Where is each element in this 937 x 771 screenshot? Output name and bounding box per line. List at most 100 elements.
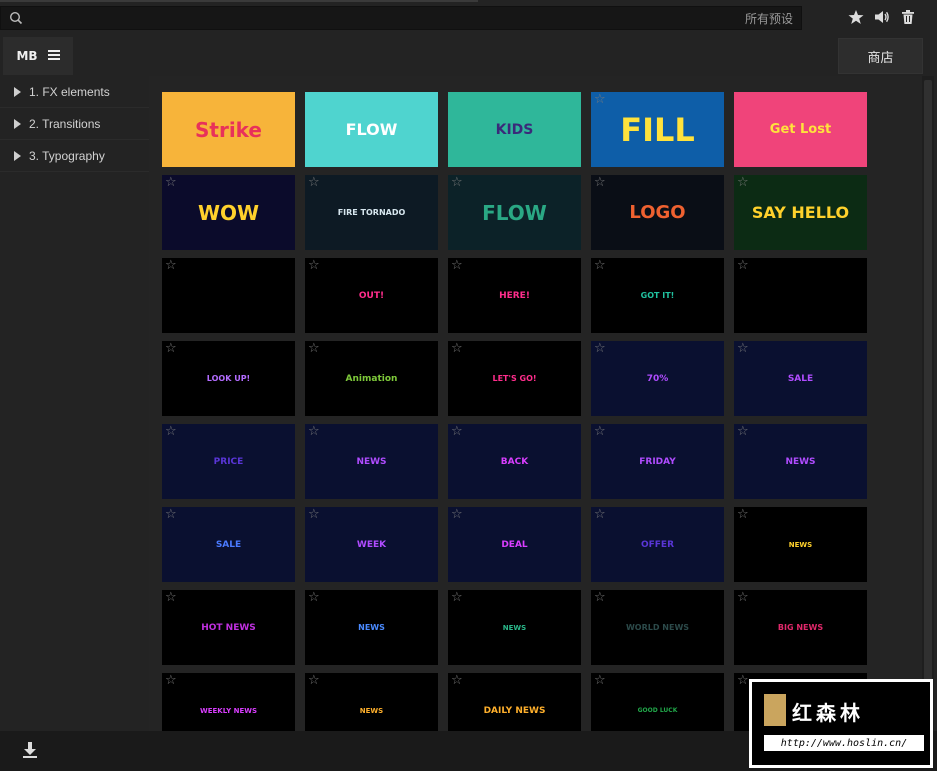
preset-thumbnail[interactable]: 70% ☆ bbox=[591, 341, 724, 416]
trash-icon[interactable] bbox=[899, 8, 917, 26]
search-scope-label[interactable]: 所有预设 bbox=[745, 10, 793, 27]
preset-thumbnail[interactable]: LOOK UP! ☆ bbox=[162, 341, 295, 416]
preset-title: FLOW bbox=[345, 120, 398, 139]
preset-thumbnail[interactable]: NEWS ☆ bbox=[448, 590, 581, 665]
preset-thumbnail[interactable]: SALE ☆ bbox=[162, 507, 295, 582]
preset-thumbnail[interactable]: BIG NEWS ☆ bbox=[734, 590, 867, 665]
preset-thumbnail[interactable]: FILL ☆ bbox=[591, 92, 724, 167]
preset-thumbnail[interactable]: DAILY NEWS ☆ bbox=[448, 673, 581, 731]
favorite-star-icon[interactable]: ☆ bbox=[451, 674, 463, 687]
download-icon[interactable] bbox=[20, 740, 40, 760]
favorite-star-icon[interactable]: ☆ bbox=[737, 342, 749, 355]
preset-thumbnail[interactable]: Strike bbox=[162, 92, 295, 167]
preset-thumbnail[interactable]: WORLD NEWS ☆ bbox=[591, 590, 724, 665]
preset-thumbnail[interactable]: GOOD LUCK ☆ bbox=[591, 673, 724, 731]
preset-thumbnail[interactable]: Animation ☆ bbox=[305, 341, 438, 416]
favorite-star-icon[interactable]: ☆ bbox=[451, 591, 463, 604]
expand-triangle-icon[interactable] bbox=[14, 118, 21, 129]
favorite-star-icon[interactable]: ☆ bbox=[451, 176, 463, 189]
preset-thumbnail[interactable]: LET'S GO! ☆ bbox=[448, 341, 581, 416]
speaker-icon[interactable] bbox=[873, 8, 891, 26]
favorite-star-icon[interactable]: ☆ bbox=[308, 176, 320, 189]
preset-thumbnail[interactable]: NEWS ☆ bbox=[305, 424, 438, 499]
favorite-star-icon[interactable]: ☆ bbox=[308, 342, 320, 355]
preset-thumbnail[interactable]: NEWS ☆ bbox=[305, 673, 438, 731]
search-input[interactable] bbox=[27, 7, 745, 29]
favorite-star-icon[interactable]: ☆ bbox=[165, 508, 177, 521]
app-window: 所有预设 MB 商店 1. FX elements 2. Transitions bbox=[0, 0, 937, 771]
preset-thumbnail[interactable]: DEAL ☆ bbox=[448, 507, 581, 582]
preset-thumbnail[interactable]: FLOW ☆ bbox=[448, 175, 581, 250]
preset-thumbnail[interactable]: Get Lost bbox=[734, 92, 867, 167]
preset-thumbnail[interactable]: GOT IT! ☆ bbox=[591, 258, 724, 333]
expand-triangle-icon[interactable] bbox=[14, 86, 21, 97]
favorite-star-icon[interactable]: ☆ bbox=[451, 425, 463, 438]
favorite-star-icon[interactable]: ☆ bbox=[308, 674, 320, 687]
favorite-star-icon[interactable]: ☆ bbox=[165, 259, 177, 272]
favorite-star-icon[interactable]: ☆ bbox=[737, 591, 749, 604]
favorite-star-icon[interactable]: ☆ bbox=[165, 674, 177, 687]
preset-thumbnail[interactable]: FRIDAY ☆ bbox=[591, 424, 724, 499]
preset-preview: 70% bbox=[591, 341, 724, 416]
favorite-star-icon[interactable]: ☆ bbox=[451, 259, 463, 272]
favorite-star-icon[interactable]: ☆ bbox=[594, 425, 606, 438]
preset-thumbnail[interactable]: ☆ bbox=[162, 258, 295, 333]
sidebar-item-typography[interactable]: 3. Typography bbox=[0, 140, 149, 172]
menu-icon[interactable] bbox=[47, 49, 60, 63]
preset-thumbnail[interactable]: NEWS ☆ bbox=[734, 424, 867, 499]
preset-thumbnail[interactable]: WEEKLY NEWS ☆ bbox=[162, 673, 295, 731]
favorite-star-icon[interactable]: ☆ bbox=[594, 93, 606, 106]
favorite-star-icon[interactable]: ☆ bbox=[308, 508, 320, 521]
preset-thumbnail[interactable]: FLOW bbox=[305, 92, 438, 167]
expand-triangle-icon[interactable] bbox=[14, 150, 21, 161]
favorite-star-icon[interactable]: ☆ bbox=[451, 508, 463, 521]
favorite-star-icon[interactable]: ☆ bbox=[594, 508, 606, 521]
scrollbar-thumb[interactable] bbox=[924, 80, 932, 720]
preset-thumbnail[interactable]: NEWS ☆ bbox=[305, 590, 438, 665]
tab-mb[interactable]: MB bbox=[3, 37, 73, 75]
favorite-star-icon[interactable]: ☆ bbox=[451, 342, 463, 355]
store-button[interactable]: 商店 bbox=[838, 38, 923, 74]
preset-preview: DEAL bbox=[448, 507, 581, 582]
favorite-star-icon[interactable]: ☆ bbox=[737, 508, 749, 521]
preset-title: LET'S GO! bbox=[492, 374, 537, 383]
preset-title: OUT! bbox=[358, 290, 385, 301]
preset-thumbnail[interactable]: WEEK ☆ bbox=[305, 507, 438, 582]
favorite-star-icon[interactable]: ☆ bbox=[737, 674, 749, 687]
favorite-star-icon[interactable]: ☆ bbox=[308, 425, 320, 438]
favorite-star-icon[interactable]: ☆ bbox=[594, 342, 606, 355]
preset-title: FIRE TORNADO bbox=[337, 208, 406, 217]
preset-thumbnail[interactable]: OFFER ☆ bbox=[591, 507, 724, 582]
favorite-star-icon[interactable]: ☆ bbox=[737, 259, 749, 272]
favorite-star-icon[interactable]: ☆ bbox=[594, 591, 606, 604]
preset-thumbnail[interactable]: KIDS bbox=[448, 92, 581, 167]
favorite-star-icon[interactable]: ☆ bbox=[165, 342, 177, 355]
preset-thumbnail[interactable]: LOGO ☆ bbox=[591, 175, 724, 250]
preset-thumbnail[interactable]: BACK ☆ bbox=[448, 424, 581, 499]
search-bar[interactable]: 所有预设 bbox=[0, 6, 802, 30]
preset-thumbnail[interactable]: WOW ☆ bbox=[162, 175, 295, 250]
preset-thumbnail[interactable]: HOT NEWS ☆ bbox=[162, 590, 295, 665]
preset-thumbnail[interactable]: PRICE ☆ bbox=[162, 424, 295, 499]
favorite-star-icon[interactable]: ☆ bbox=[594, 259, 606, 272]
favorite-star-icon[interactable]: ☆ bbox=[737, 425, 749, 438]
preset-thumbnail[interactable]: ☆ bbox=[734, 258, 867, 333]
favorite-star-icon[interactable]: ☆ bbox=[165, 425, 177, 438]
favorite-star-icon[interactable]: ☆ bbox=[165, 176, 177, 189]
preset-thumbnail[interactable]: SALE ☆ bbox=[734, 341, 867, 416]
favorite-star-icon[interactable]: ☆ bbox=[594, 176, 606, 189]
sidebar-item-transitions[interactable]: 2. Transitions bbox=[0, 108, 149, 140]
favorite-star-icon[interactable]: ☆ bbox=[308, 591, 320, 604]
favorite-star-icon[interactable]: ☆ bbox=[594, 674, 606, 687]
preset-thumbnail[interactable]: SAY HELLO ☆ bbox=[734, 175, 867, 250]
preset-thumbnail[interactable]: FIRE TORNADO ☆ bbox=[305, 175, 438, 250]
favorite-star-icon[interactable]: ☆ bbox=[737, 176, 749, 189]
preset-thumbnail[interactable]: NEWS ☆ bbox=[734, 507, 867, 582]
preset-thumbnail[interactable]: OUT! ☆ bbox=[305, 258, 438, 333]
star-icon[interactable] bbox=[847, 8, 865, 26]
favorite-star-icon[interactable]: ☆ bbox=[308, 259, 320, 272]
sidebar-item-fx-elements[interactable]: 1. FX elements bbox=[0, 76, 149, 108]
preset-thumbnail[interactable]: HERE! ☆ bbox=[448, 258, 581, 333]
vertical-scrollbar[interactable] bbox=[922, 76, 934, 731]
favorite-star-icon[interactable]: ☆ bbox=[165, 591, 177, 604]
